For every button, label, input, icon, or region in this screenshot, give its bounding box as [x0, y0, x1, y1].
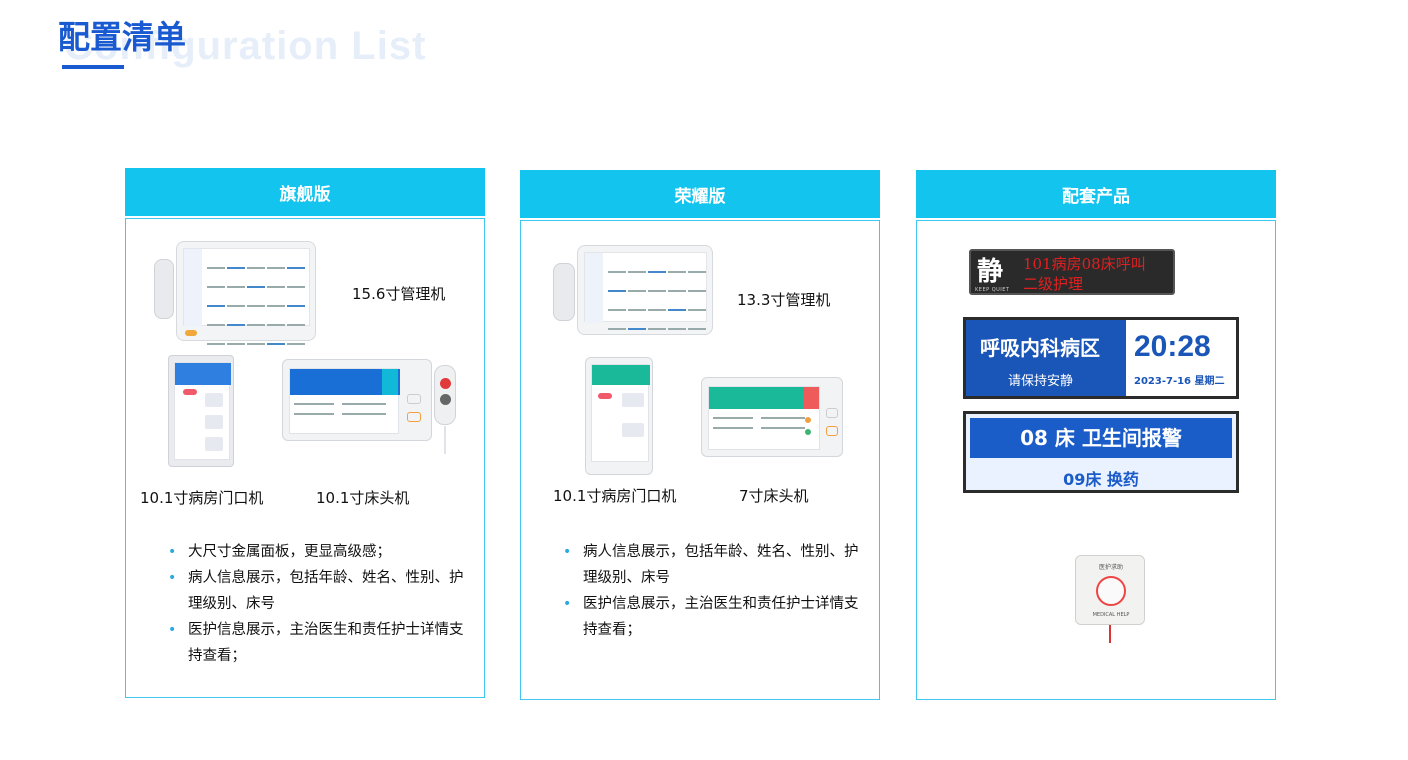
ward-name: 呼吸内科病区	[980, 336, 1100, 360]
manager-label: 13.3寸管理机	[737, 291, 831, 309]
bed-label: 7寸床头机	[739, 487, 809, 505]
feature-item: 病人信息展示，包括年龄、姓名、性别、护理级别、床号	[563, 539, 863, 591]
slide: Configuration List 配置清单 旗舰版 15.6寸管理机 10.…	[0, 0, 1408, 760]
feature-list-flagship: 大尺寸金属面板，更显高级感； 病人信息展示，包括年龄、姓名、性别、护理级别、床号…	[168, 539, 468, 669]
clock-time: 20:28	[1134, 330, 1211, 363]
feature-item: 医护信息展示，主治医生和责任护士详情支持查看；	[563, 591, 863, 643]
manager-device-image	[553, 245, 715, 343]
feature-item: 医护信息展示，主治医生和责任护士详情支持查看；	[168, 617, 468, 669]
help-button-cable	[1109, 625, 1111, 643]
column-body-honor: 13.3寸管理机 10.1寸病房门口机 7寸床头机 • 病人信息展示，包括年龄、…	[520, 220, 880, 700]
alarm-display: 08 床 卫生间报警 09床 换药	[963, 411, 1239, 493]
alarm-line-1: 08 床 卫生间报警	[1020, 426, 1182, 450]
help-button-top-text: 医护求助	[1098, 564, 1123, 571]
page-title: 配置清单	[58, 18, 187, 56]
column-body-flagship: 15.6寸管理机 10.1寸病房门口机 10.1寸床头机 • 大尺寸金属面板，更…	[125, 218, 485, 698]
column-header-flagship: 旗舰版	[125, 168, 485, 216]
column-header-accessories: 配套产品	[916, 170, 1276, 218]
column-flagship: 旗舰版 15.6寸管理机 10.1寸病房门口机 10.1寸床头机 • 大尺寸金属…	[125, 168, 485, 698]
column-accessories: 配套产品 静 KEEP QUIET 101病房08床呼叫 二级护理 呼吸内科病区…	[916, 170, 1276, 700]
manager-label: 15.6寸管理机	[352, 285, 446, 303]
help-button-bottom-text: MEDICAL HELP	[1092, 612, 1130, 618]
column-header-honor: 荣耀版	[520, 170, 880, 218]
feature-item: 大尺寸金属面板，更显高级感；	[168, 539, 468, 565]
feature-item: 病人信息展示，包括年龄、姓名、性别、护理级别、床号	[168, 565, 468, 617]
door-label: 10.1寸病房门口机	[140, 489, 264, 507]
door-device-image	[585, 357, 653, 475]
manager-device-image	[154, 241, 320, 345]
bed-device-image	[701, 377, 843, 457]
quiet-hint: 请保持安静	[1008, 374, 1074, 389]
column-honor: 荣耀版 13.3寸管理机 10.1寸病房门口机 7寸床头机 • 病人信息展示，包…	[520, 170, 880, 700]
feature-list-honor: 病人信息展示，包括年龄、姓名、性别、护理级别、床号 医护信息展示，主治医生和责任…	[563, 539, 863, 643]
led-quiet-sub: KEEP QUIET	[975, 287, 1010, 293]
led-line-2: 二级护理	[1023, 275, 1084, 293]
door-device-image	[168, 355, 234, 467]
call-handle-image	[434, 365, 456, 454]
medical-help-button-image: 医护求助 MEDICAL HELP	[1075, 555, 1145, 625]
led-quiet-char: 静	[977, 257, 1004, 287]
alarm-line-2: 09床 换药	[1063, 470, 1139, 489]
title-underline	[62, 65, 124, 69]
column-body-accessories: 静 KEEP QUIET 101病房08床呼叫 二级护理 呼吸内科病区 请保持安…	[916, 220, 1276, 700]
bed-label: 10.1寸床头机	[316, 489, 410, 507]
corridor-display: 呼吸内科病区 请保持安静 20:28 2023-7-16 星期二	[963, 317, 1239, 399]
bed-device-image	[282, 359, 432, 441]
led-line-1: 101病房08床呼叫	[1023, 255, 1146, 273]
door-label: 10.1寸病房门口机	[553, 487, 677, 505]
led-sign: 静 KEEP QUIET 101病房08床呼叫 二级护理	[969, 249, 1175, 295]
clock-date: 2023-7-16 星期二	[1134, 376, 1225, 387]
